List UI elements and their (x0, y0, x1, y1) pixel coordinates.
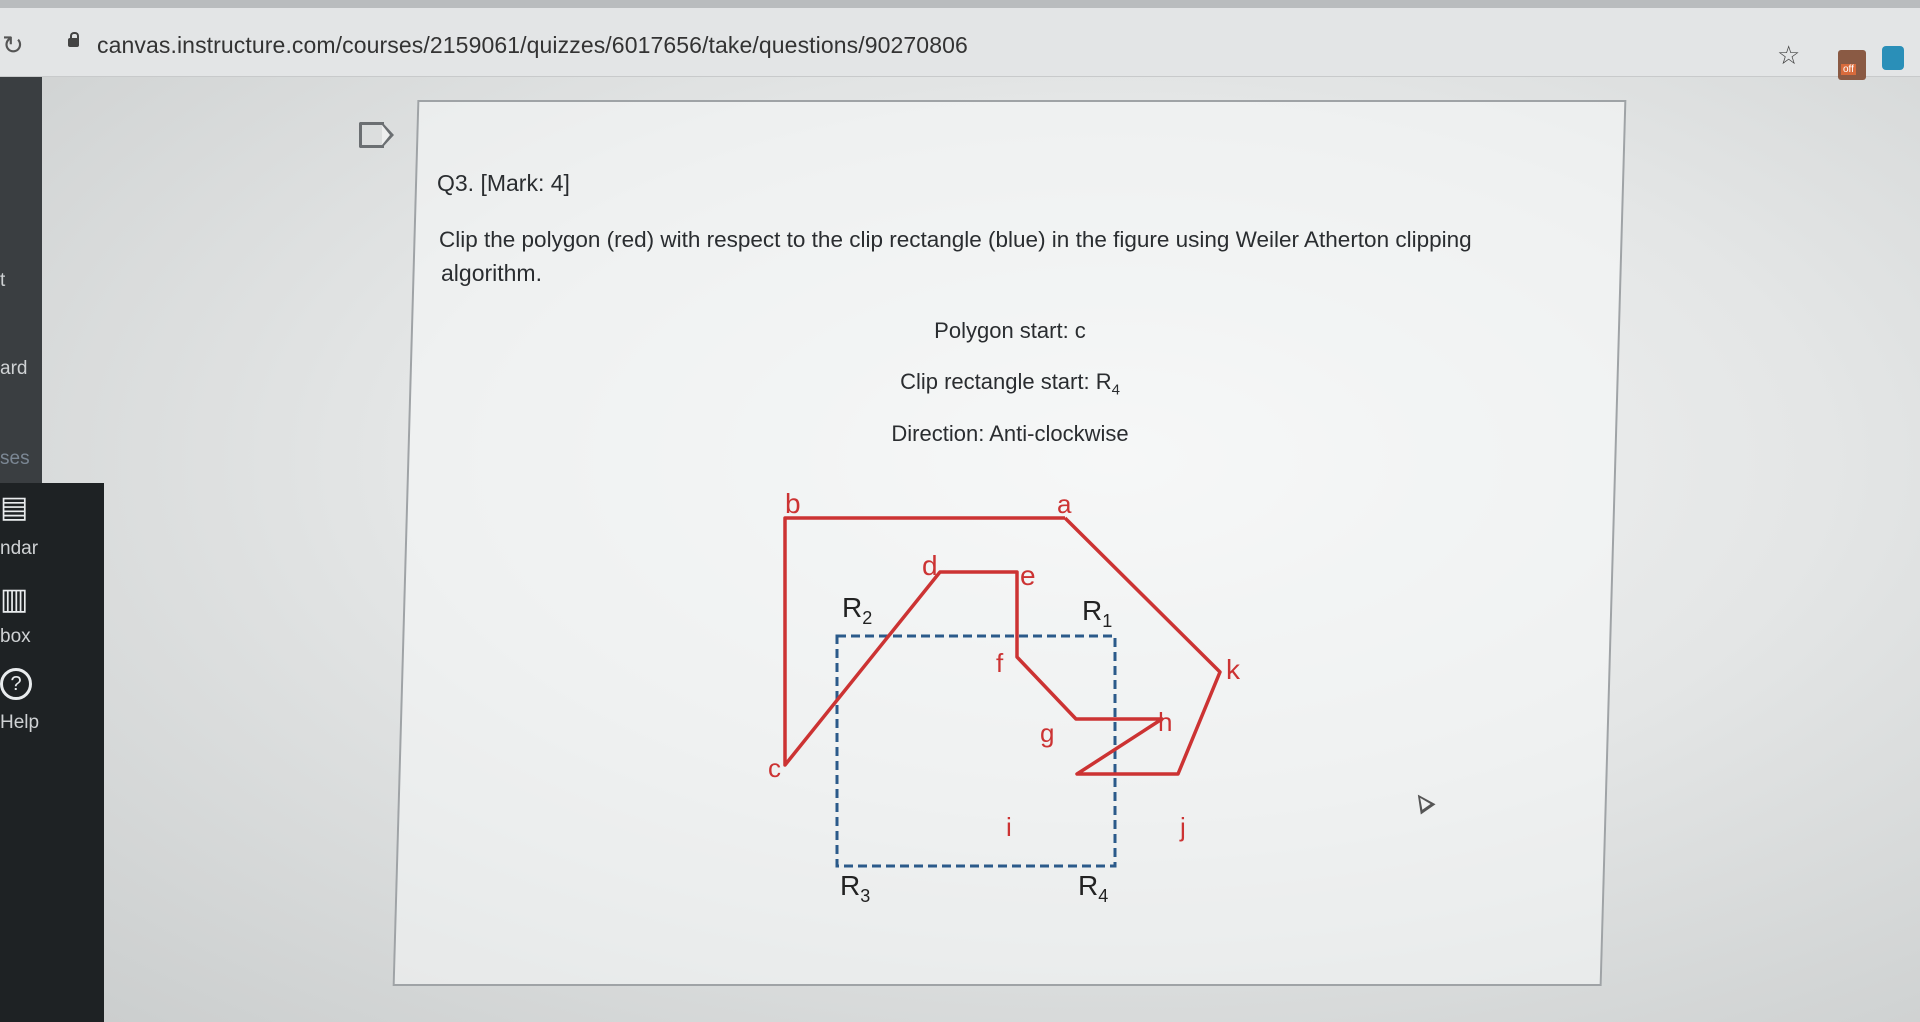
calendar-icon[interactable]: ▤ (0, 490, 28, 525)
clip-corner-r2-label: R2 (842, 592, 872, 628)
extension-badge: off (1841, 64, 1856, 75)
browser-toolbar: ↻ canvas.instructure.com/courses/2159061… (0, 8, 1920, 80)
vertex-a-label: a (1057, 489, 1072, 519)
bookmark-star-icon[interactable]: ☆ (1777, 40, 1800, 71)
question-heading: Q3. [Mark: 4] (437, 170, 570, 196)
vertex-i-label: i (1006, 812, 1012, 842)
clipping-figure: a b c d e f g h i j k R1 R2 R3 R4 (768, 488, 1241, 906)
clip-corner-r1-letter: R (1082, 595, 1102, 626)
vertex-f-label: f (996, 648, 1004, 678)
clip-corner-r3-letter: R (840, 870, 860, 901)
clip-corner-r1-label: R1 (1082, 595, 1112, 631)
clip-corner-r4-sub: 4 (1098, 886, 1108, 906)
vertex-c-label: c (768, 753, 781, 783)
clip-corner-r4-letter: R (1078, 870, 1098, 901)
clip-corner-r3-sub: 3 (860, 886, 870, 906)
extension-icon[interactable]: off (1838, 50, 1866, 80)
clip-corner-r3-label: R3 (840, 870, 870, 906)
clip-corner-r2-sub: 2 (862, 608, 872, 628)
nav-item-account[interactable]: t (0, 270, 5, 292)
inbox-icon[interactable]: ▥ (0, 582, 28, 617)
polygon-start: Polygon start: c (934, 318, 1086, 343)
vertex-h-label: h (1158, 707, 1172, 737)
vertex-g-label: g (1040, 718, 1054, 748)
reload-icon[interactable]: ↻ (2, 30, 24, 61)
nav-item-dashboard[interactable]: ard (0, 358, 27, 380)
screen: ↻ canvas.instructure.com/courses/2159061… (0, 0, 1920, 1022)
vertex-b-label: b (785, 488, 801, 519)
help-icon[interactable]: ? (0, 668, 32, 700)
vertex-e-label: e (1020, 560, 1036, 591)
address-bar[interactable]: canvas.instructure.com/courses/2159061/q… (97, 32, 968, 59)
vertex-j-label: j (1179, 812, 1186, 842)
lock-icon[interactable] (68, 32, 79, 47)
global-nav-lower (0, 483, 104, 1022)
clip-corner-r4-label: R4 (1078, 870, 1108, 906)
vertex-k-label: k (1226, 654, 1241, 685)
nav-item-help[interactable]: Help (0, 712, 39, 734)
question-text-line1: Clip the polygon (red) with respect to t… (439, 227, 1472, 252)
clip-rectangle-start: Clip rectangle start: R4 (880, 369, 1140, 398)
extension-2-icon[interactable] (1882, 46, 1904, 70)
vertex-d-label: d (922, 550, 938, 581)
clip-start-text: Clip rectangle start: R (900, 369, 1112, 394)
nav-item-inbox[interactable]: box (0, 626, 31, 648)
direction: Direction: Anti-clockwise (891, 421, 1129, 446)
flag-question-icon[interactable] (359, 122, 394, 148)
clip-start-subscript: 4 (1111, 381, 1120, 399)
clip-corner-r2-letter: R (842, 592, 862, 623)
question-text-line2: algorithm. (441, 260, 542, 286)
polygon (783, 516, 1222, 776)
clip-corner-r1-sub: 1 (1102, 611, 1112, 631)
nav-item-calendar[interactable]: ndar (0, 538, 38, 560)
nav-item-courses[interactable]: ses (0, 448, 30, 470)
clip-rectangle (835, 634, 1117, 868)
